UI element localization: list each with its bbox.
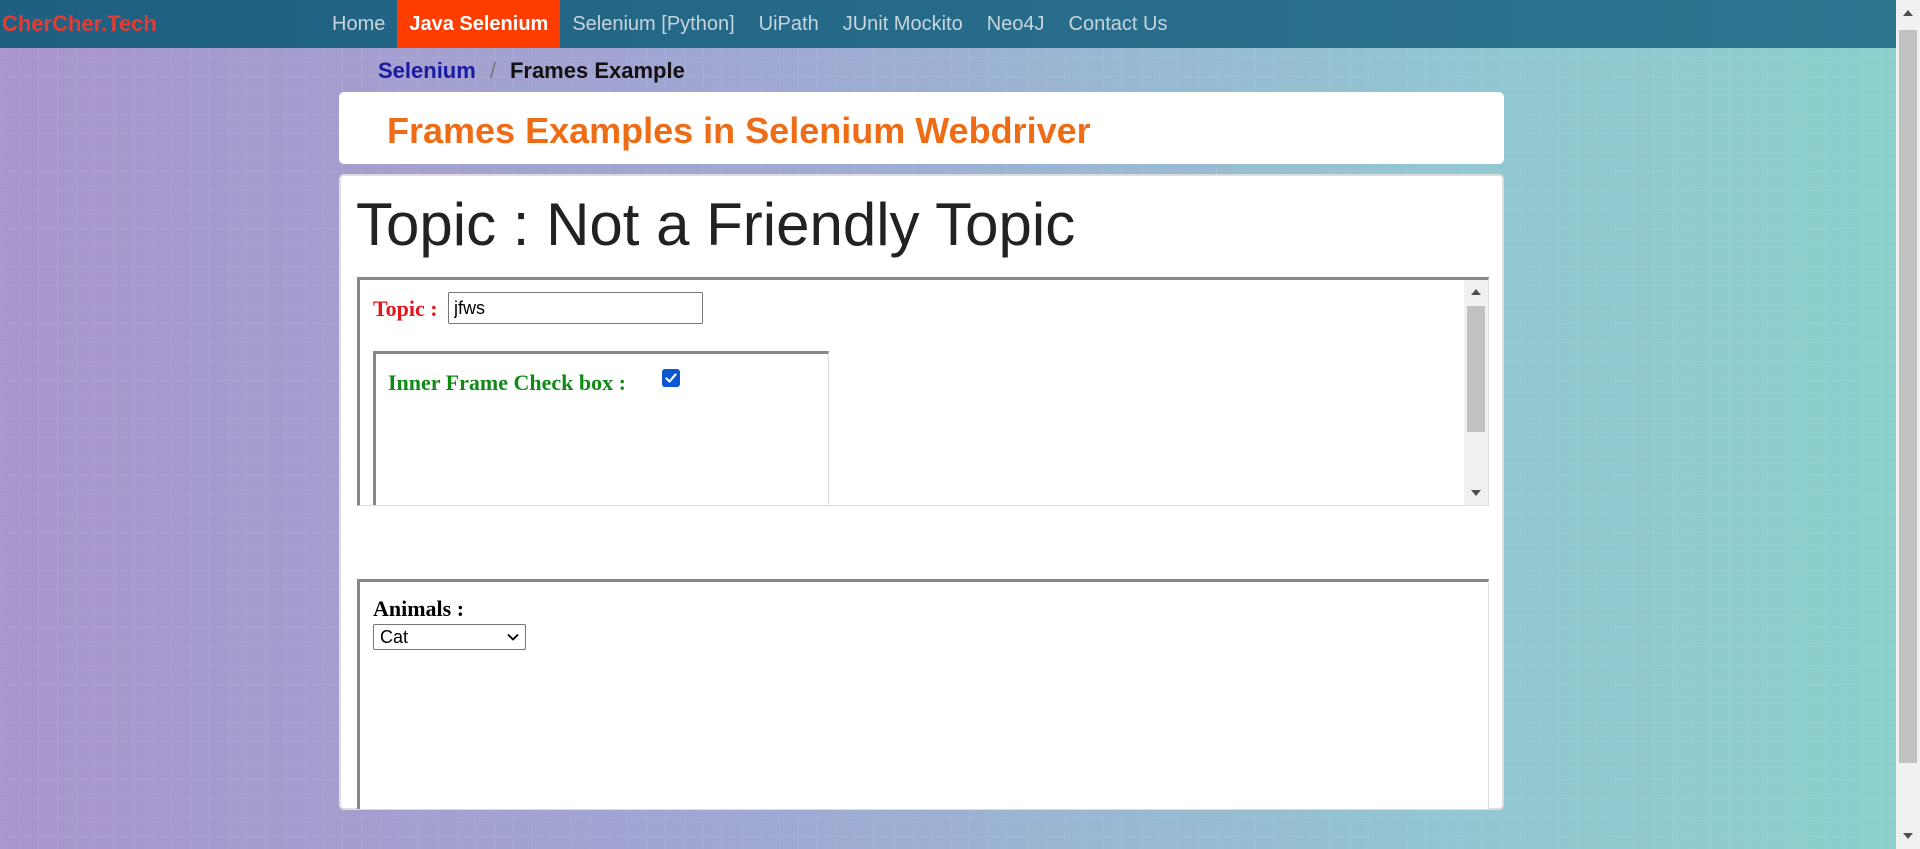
breadcrumb-separator: / xyxy=(489,58,496,83)
frame-scroll-up-icon[interactable] xyxy=(1471,289,1481,295)
scroll-down-icon[interactable] xyxy=(1903,833,1913,839)
scroll-up-icon[interactable] xyxy=(1903,10,1913,16)
animals-frame: Animals : Cat xyxy=(357,579,1489,809)
nav-item-uipath[interactable]: UiPath xyxy=(747,0,831,48)
page-scrollbar[interactable] xyxy=(1896,0,1920,849)
chevron-down-icon xyxy=(507,633,519,641)
frame-scroll-down-icon[interactable] xyxy=(1471,490,1481,496)
topic-label: Topic : xyxy=(373,296,438,321)
nav-item-neo4j[interactable]: Neo4J xyxy=(975,0,1057,48)
page-title: Frames Examples in Selenium Webdriver xyxy=(387,110,1091,151)
topic-frame: Topic : Inner Frame Check box : xyxy=(357,277,1489,506)
breadcrumb-current: Frames Example xyxy=(509,58,685,83)
nav-menu: Home Java Selenium Selenium [Python] UiP… xyxy=(320,0,1179,48)
scrollbar-thumb[interactable] xyxy=(1899,30,1917,763)
animals-label: Animals : xyxy=(373,596,465,621)
main-card: Topic : Not a Friendly Topic Topic : Inn… xyxy=(339,174,1504,810)
nav-item-home[interactable]: Home xyxy=(320,0,397,48)
nav-item-junit-mockito[interactable]: JUnit Mockito xyxy=(831,0,975,48)
breadcrumb: Selenium / Frames Example xyxy=(378,58,685,84)
frame-scrollbar-thumb[interactable] xyxy=(1467,306,1485,432)
topic-heading: Topic : Not a Friendly Topic xyxy=(356,191,1076,258)
breadcrumb-link-selenium[interactable]: Selenium xyxy=(378,58,476,84)
animals-selected-value: Cat xyxy=(380,626,409,647)
checkmark-icon xyxy=(665,373,677,383)
top-navbar: CherCher.Tech Home Java Selenium Seleniu… xyxy=(0,0,1896,48)
title-card: Frames Examples in Selenium Webdriver xyxy=(339,92,1504,164)
animals-select[interactable]: Cat xyxy=(373,624,526,650)
brand-logo[interactable]: CherCher.Tech xyxy=(0,11,320,37)
inner-checkbox-label: Inner Frame Check box : xyxy=(388,370,626,395)
nav-item-selenium-python[interactable]: Selenium [Python] xyxy=(560,0,746,48)
inner-frame-checkbox[interactable] xyxy=(662,369,680,387)
inner-frame: Inner Frame Check box : xyxy=(373,351,829,505)
topic-input[interactable] xyxy=(448,292,703,324)
frame-scrollbar[interactable] xyxy=(1464,280,1488,505)
nav-item-contact-us[interactable]: Contact Us xyxy=(1057,0,1180,48)
nav-item-java-selenium[interactable]: Java Selenium xyxy=(397,0,561,48)
